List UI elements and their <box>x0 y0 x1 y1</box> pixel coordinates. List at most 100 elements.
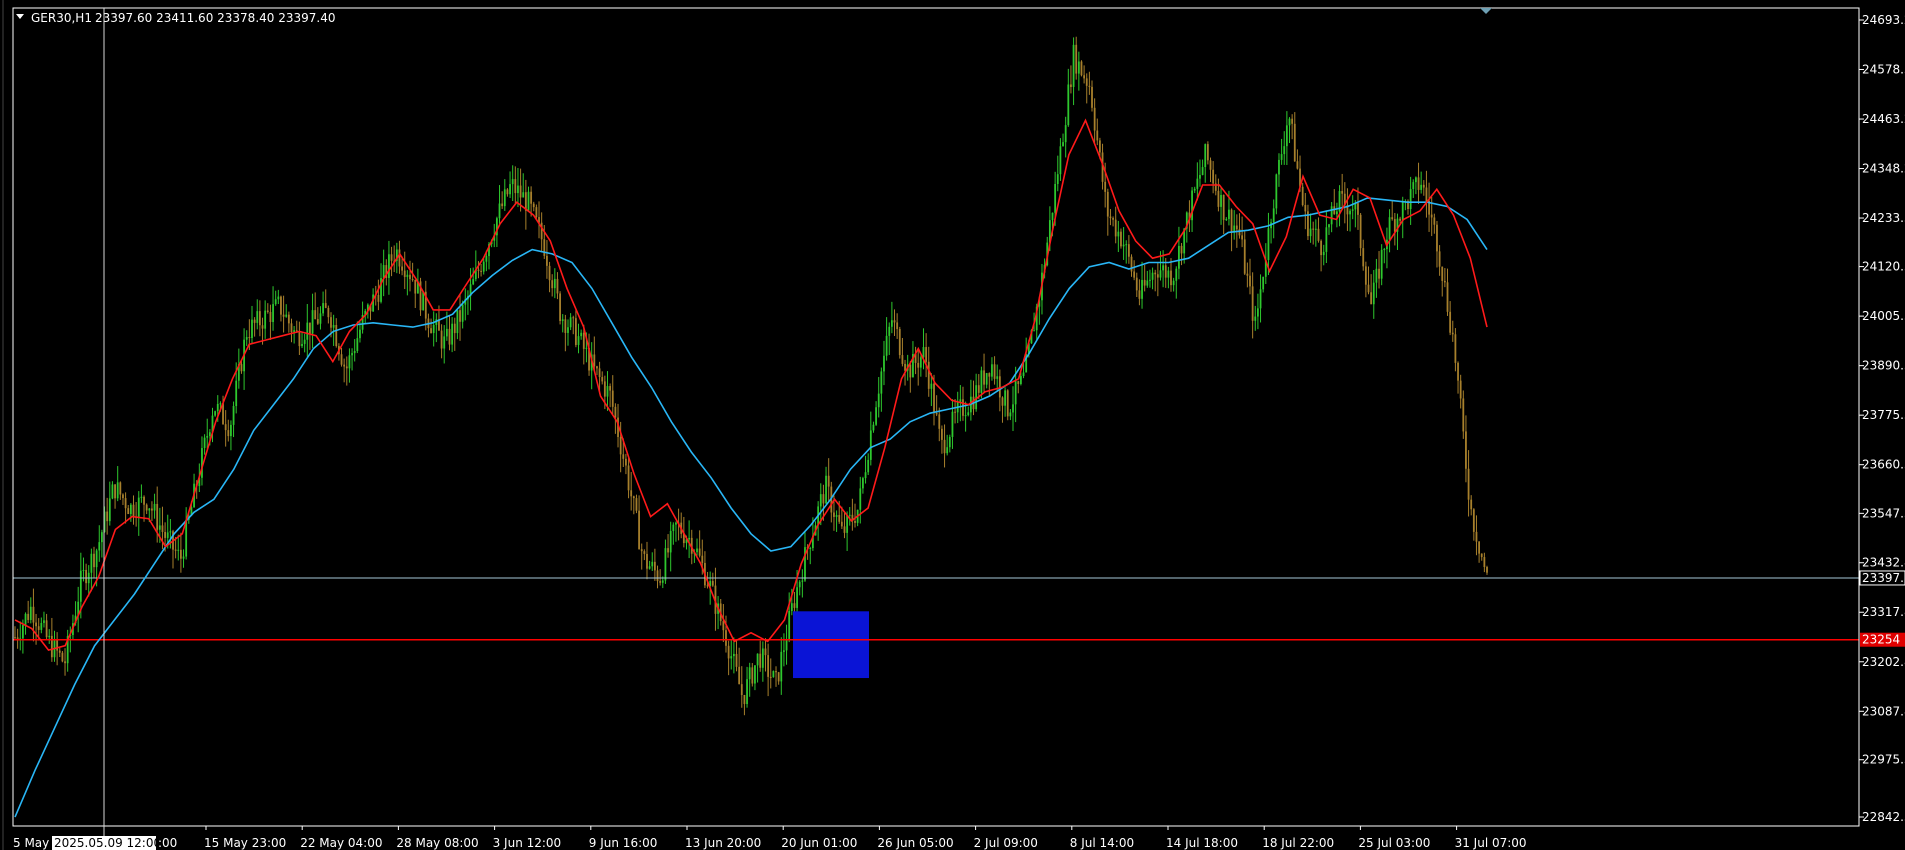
candle-body <box>85 569 87 584</box>
price-tick-label: 24578.3 <box>1862 62 1905 76</box>
candle-body <box>1441 266 1444 281</box>
candle-body <box>585 347 588 349</box>
candle-body <box>169 531 172 533</box>
candle-body <box>888 326 891 336</box>
candle-body <box>675 522 677 525</box>
candle-body <box>930 383 933 389</box>
candle-body <box>443 336 446 349</box>
candle-body <box>1238 229 1241 236</box>
time-tick-label: 25 Jul 03:00 <box>1358 836 1430 850</box>
candle-body <box>740 684 743 696</box>
candle-body <box>951 411 954 437</box>
candle-body <box>377 294 380 302</box>
candle-body <box>1317 228 1320 241</box>
candle-body <box>885 335 888 356</box>
candle-body <box>843 526 846 533</box>
candle-body <box>564 319 567 333</box>
candle-body <box>129 504 132 515</box>
candle-body <box>748 667 751 680</box>
candle-body <box>646 553 648 569</box>
candle-body <box>1254 316 1257 321</box>
candle-body <box>1412 182 1415 190</box>
candle-body <box>1443 280 1446 283</box>
candle-body <box>546 255 548 266</box>
price-tick-label: 24348.2 <box>1862 162 1905 176</box>
candle-body <box>877 393 880 408</box>
candle-body <box>477 269 480 271</box>
candle-body <box>1143 279 1146 286</box>
candle-body <box>1106 191 1109 217</box>
candle-body <box>1225 219 1228 221</box>
candle-body <box>909 364 912 378</box>
candle-body <box>1383 249 1386 251</box>
candle-body <box>111 484 114 499</box>
candle-body <box>1012 404 1014 413</box>
candle-body <box>756 653 759 666</box>
candle-body <box>509 184 511 195</box>
candle-body <box>614 406 617 418</box>
candle-body <box>1193 188 1196 191</box>
candle-body <box>1375 268 1378 283</box>
candle-body <box>16 637 19 639</box>
candle-body <box>743 695 746 705</box>
candle-body <box>696 548 698 553</box>
candle-body <box>274 299 277 305</box>
candle-body <box>461 304 464 322</box>
candle-body <box>456 310 459 334</box>
candle-body <box>1017 381 1020 384</box>
candle-body <box>256 311 259 323</box>
candle-body <box>835 515 838 517</box>
candle-body <box>1296 161 1299 169</box>
candle-body <box>1433 217 1436 225</box>
candle-body <box>1125 244 1128 246</box>
candle-body <box>398 249 401 267</box>
candle-body <box>1336 211 1338 215</box>
candle-body <box>1149 279 1151 281</box>
candle-body <box>553 278 556 289</box>
candle-body <box>1357 203 1359 215</box>
candle-body <box>1362 248 1365 267</box>
candle-body <box>793 603 796 608</box>
candle-body <box>1112 218 1114 220</box>
candle-body <box>967 412 970 416</box>
time-tick-label: 26 Jun 05:00 <box>877 836 953 850</box>
candle-body <box>701 555 704 563</box>
candle-body <box>1096 130 1099 141</box>
candle-body <box>943 439 946 454</box>
candle-body <box>287 314 290 324</box>
candle-body <box>935 413 938 415</box>
candle-body <box>746 679 748 705</box>
candle-body <box>530 191 533 204</box>
price-chart[interactable]: 24693.2 24578.3 24463.2 24348.2 24233.3 24120… <box>0 0 1905 850</box>
price-tick-label: 24005.5 <box>1862 309 1905 323</box>
candle-body <box>1075 44 1078 74</box>
candle-body <box>1349 210 1351 215</box>
candle-body <box>991 364 993 377</box>
candle-body <box>232 406 235 425</box>
candle-body <box>1178 245 1180 269</box>
candle-body <box>872 424 875 431</box>
candle-body <box>985 373 988 385</box>
candle-body <box>1014 381 1017 405</box>
candle-body <box>761 648 764 668</box>
candle-body <box>114 484 116 499</box>
candle-body <box>24 613 27 626</box>
candle-body <box>348 355 351 369</box>
candle-body <box>948 436 951 448</box>
candle-body <box>1201 167 1204 175</box>
candle-body <box>698 548 701 556</box>
candle-body <box>1228 209 1230 220</box>
candle-body <box>459 310 461 322</box>
time-tick-label: 3 Jun 12:00 <box>493 836 562 850</box>
candle-body <box>151 508 153 511</box>
candle-body <box>688 537 691 540</box>
candle-body <box>896 322 899 330</box>
candle-body <box>706 585 709 587</box>
candle-body <box>1159 270 1162 278</box>
candle-body <box>106 511 109 522</box>
time-tick-label: 13 Jun 20:00 <box>685 836 761 850</box>
candle-body <box>898 329 901 356</box>
candle-body <box>1104 181 1107 192</box>
zone-box[interactable] <box>793 611 869 679</box>
candle-body <box>1454 334 1457 363</box>
